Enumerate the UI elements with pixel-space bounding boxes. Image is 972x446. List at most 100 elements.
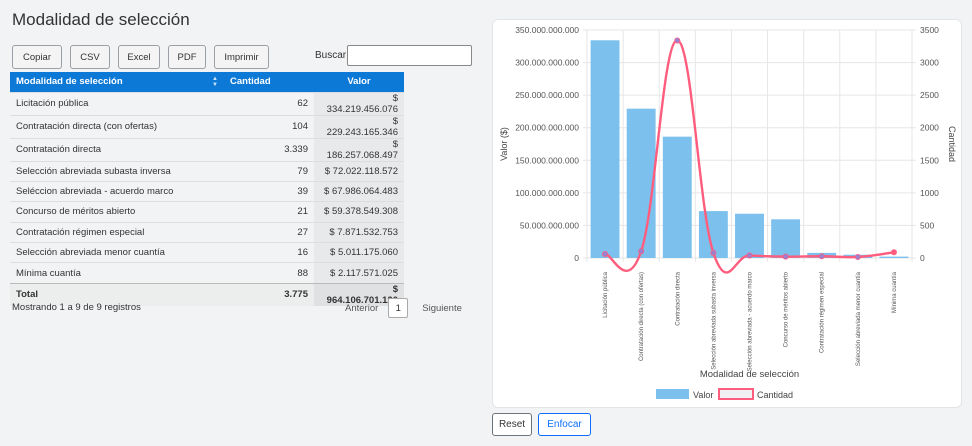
x-tick-label: Licitación pública xyxy=(603,271,609,317)
cell-valor: $ 72.022.118.572 xyxy=(314,160,404,182)
legend-label-cantidad: Cantidad xyxy=(757,390,793,400)
table-row: Contratación directa 3.339 $ 186.257.068.4… xyxy=(10,137,404,161)
search-label: Buscar: xyxy=(315,50,349,61)
table-body: Licitación pública 62 $ 334.219.456.076 Con… xyxy=(10,91,404,306)
y-axis-title-right: Cantidad xyxy=(947,126,957,162)
column-header-cantidad[interactable]: Cantidad xyxy=(224,72,314,92)
y-tick-label-right: 3500 xyxy=(920,25,939,35)
csv-button[interactable]: CSV xyxy=(70,45,110,69)
cell-modalidad: Contratación directa (con ofertas) xyxy=(10,114,224,138)
total-cantidad: 3.775 xyxy=(224,282,314,306)
x-tick-label: Contratación directa xyxy=(675,271,681,325)
column-header-modalidad[interactable]: Modalidad de selección ▲ ▼ xyxy=(10,72,224,92)
cell-valor: $ 2.117.571.025 xyxy=(314,262,404,284)
y-tick-label-left: 250.000.000.000 xyxy=(515,90,579,100)
previous-page-button[interactable]: Anterior xyxy=(345,303,378,314)
y-tick-label-left: 200.000.000.000 xyxy=(515,123,579,133)
point-cantidad xyxy=(746,252,753,259)
bar-valor xyxy=(735,213,764,258)
cell-valor: $ 334.219.456.076 xyxy=(314,91,404,115)
y-tick-label-left: 50.000.000.000 xyxy=(520,220,579,230)
y-tick-label-right: 0 xyxy=(920,253,925,263)
y-tick-label-left: 100.000.000.000 xyxy=(515,188,579,198)
bar-valor xyxy=(879,256,909,258)
y-tick-label-right: 1500 xyxy=(920,155,939,165)
cell-valor: $ 7.871.532.753 xyxy=(314,221,404,243)
cell-modalidad: Mínima cuantía xyxy=(10,262,224,284)
copy-button[interactable]: Copiar xyxy=(12,45,62,69)
x-tick-label: Concurso de méritos abierto xyxy=(784,271,790,347)
bar-valor xyxy=(771,219,801,258)
cell-modalidad: Contratación directa xyxy=(10,137,224,161)
table-row: Contratación régimen especial 27 $ 7.871.5… xyxy=(10,221,404,243)
reset-button[interactable]: Reset xyxy=(492,413,532,436)
point-cantidad xyxy=(890,249,897,256)
print-button[interactable]: Imprimir xyxy=(214,45,269,69)
x-tick-label: Selección abreviada - acuerdo marco xyxy=(748,271,754,371)
x-axis-title: Modalidad de selección xyxy=(700,369,799,380)
table-row: Contratación directa (con ofertas) 104 $ 2… xyxy=(10,114,404,138)
cell-cantidad: 21 xyxy=(224,201,314,223)
sort-icon: ▲ ▼ xyxy=(212,76,218,88)
legend-swatch-valor xyxy=(656,389,689,399)
table-row: Concurso de méritos abierto 21 $ 59.378.54… xyxy=(10,201,404,223)
cell-valor: $ 5.011.175.060 xyxy=(314,242,404,263)
pdf-button[interactable]: PDF xyxy=(168,45,206,69)
cell-cantidad: 79 xyxy=(224,160,314,182)
x-tick-label: Contratación directa (con ofertas) xyxy=(639,272,645,361)
cell-modalidad: Licitación pública xyxy=(10,91,224,115)
cell-valor: $ 59.378.549.308 xyxy=(314,201,404,223)
x-tick-label: Selección abreviada menor cuantía xyxy=(856,271,862,366)
bar-valor xyxy=(590,40,620,258)
cell-valor: $ 67.986.064.483 xyxy=(314,180,404,202)
pagination: Anterior 1 Siguiente xyxy=(345,298,462,318)
cell-modalidad: Contratación régimen especial xyxy=(10,221,224,243)
search-input[interactable] xyxy=(347,45,472,66)
column-header-valor[interactable]: Valor xyxy=(314,72,404,92)
cell-cantidad: 27 xyxy=(224,221,314,243)
export-toolbar: Copiar CSV Excel PDF Imprimir xyxy=(12,45,269,69)
excel-button[interactable]: Excel xyxy=(118,45,160,69)
x-tick-label: Mínima cuantía xyxy=(892,271,898,313)
cell-modalidad: Concurso de méritos abierto xyxy=(10,201,224,223)
cell-cantidad: 62 xyxy=(224,91,314,115)
chart-svg: 0 0 50.000.000.000 500 100.000.000.000 1000 15… xyxy=(499,25,957,400)
legend-label-valor: Valor xyxy=(693,390,713,400)
x-tick-label: Contratación régimen especial xyxy=(820,272,826,353)
x-tick-label: Selección abreviada subasta inversa xyxy=(711,271,717,369)
table-row: Selección abreviada menor cuantía 16 $ 5.0… xyxy=(10,242,404,263)
point-cantidad xyxy=(602,250,609,257)
cell-valor: $ 229.243.165.346 xyxy=(314,114,404,138)
cell-cantidad: 16 xyxy=(224,242,314,263)
y-tick-label-right: 2500 xyxy=(920,90,939,100)
bar-valor xyxy=(662,136,692,258)
point-cantidad xyxy=(638,248,645,255)
y-tick-label-left: 0 xyxy=(574,253,579,263)
page-number-button[interactable]: 1 xyxy=(388,298,409,318)
cell-cantidad: 88 xyxy=(224,262,314,284)
y-tick-label-right: 3000 xyxy=(920,58,939,68)
cell-cantidad: 39 xyxy=(224,180,314,202)
y-tick-label-right: 1000 xyxy=(920,188,939,198)
cell-modalidad: Selección abreviada menor cuantía xyxy=(10,242,224,263)
cell-cantidad: 3.339 xyxy=(224,137,314,161)
y-tick-label-left: 150.000.000.000 xyxy=(515,155,579,165)
next-page-button[interactable]: Siguiente xyxy=(422,303,462,314)
focus-button[interactable]: Enfocar xyxy=(538,413,591,436)
y-tick-label-left: 300.000.000.000 xyxy=(515,58,579,68)
legend-swatch-cantidad xyxy=(718,388,754,400)
bar-valor xyxy=(626,108,656,258)
data-table: Modalidad de selección ▲ ▼ Cantidad Valor… xyxy=(10,72,404,306)
y-tick-label-left: 350.000.000.000 xyxy=(515,25,579,35)
column-header-modalidad-label: Modalidad de selección xyxy=(16,76,123,88)
point-cantidad xyxy=(854,253,861,260)
table-row: Licitación pública 62 $ 334.219.456.076 xyxy=(10,91,404,115)
cell-cantidad: 104 xyxy=(224,114,314,138)
point-cantidad xyxy=(818,253,825,260)
cell-valor: $ 186.257.068.497 xyxy=(314,137,404,161)
chart-card: 0 0 50.000.000.000 500 100.000.000.000 1000 15… xyxy=(492,19,962,408)
table-row: Seléccion abreviada - acuerdo marco 39 $ 6… xyxy=(10,180,404,202)
point-cantidad xyxy=(674,37,681,44)
point-cantidad xyxy=(782,253,789,260)
point-cantidad xyxy=(710,249,717,256)
